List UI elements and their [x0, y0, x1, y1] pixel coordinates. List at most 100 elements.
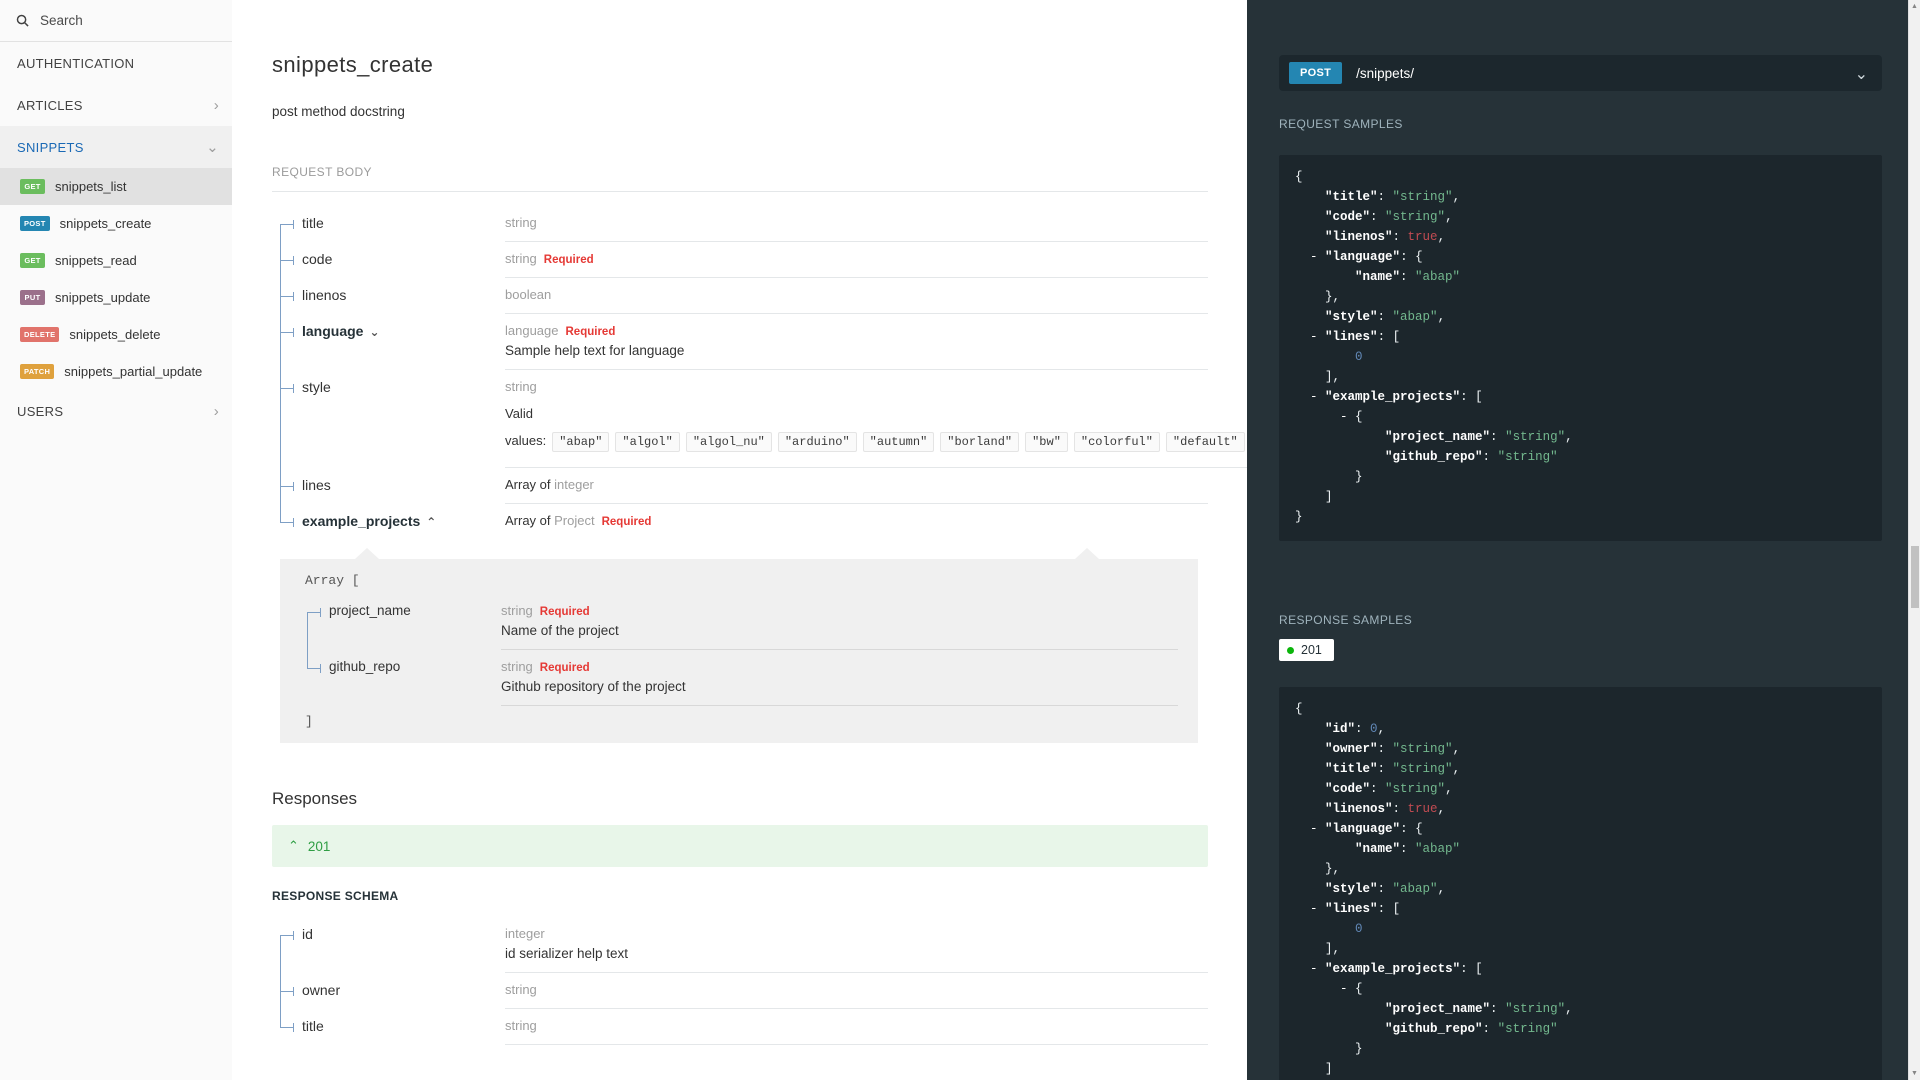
sidebar-item-snippets_partial_update[interactable]: PATCH snippets_partial_update — [0, 353, 232, 390]
code-line: "name": "abap" — [1355, 842, 1461, 856]
scroll-down-arrow-icon[interactable]: ▼ — [1909, 1070, 1920, 1077]
collapse-toggle[interactable]: - — [1310, 962, 1318, 976]
schema-field-linenos: linenos boolean — [280, 278, 1208, 314]
field-type: string Required — [505, 251, 594, 266]
chevron-down-icon: ⌄ — [206, 138, 219, 156]
code-line: "linenos": true, — [1325, 802, 1446, 816]
response-201-banner[interactable]: ⌃ 201 — [272, 825, 1208, 867]
field-name: title — [302, 1018, 324, 1034]
collapse-toggle[interactable]: - — [1310, 390, 1318, 404]
chevron-up-icon: ⌃ — [426, 515, 437, 529]
search-input[interactable] — [38, 12, 216, 29]
endpoint-selector[interactable]: POST /snippets/ ⌄ — [1279, 55, 1882, 91]
sidebar-item-snippets_delete[interactable]: DELETE snippets_delete — [0, 316, 232, 353]
response-code-tab[interactable]: 201 — [1279, 639, 1334, 661]
sidebar-item-snippets_create[interactable]: POST snippets_create — [0, 205, 232, 242]
code-line: ] — [1295, 1062, 1333, 1076]
operation-description: post method docstring — [272, 104, 405, 119]
sidebar-item-snippets_read[interactable]: GET snippets_read — [0, 242, 232, 279]
field-name: lines — [302, 477, 331, 493]
sidebar-item-label: AUTHENTICATION — [17, 55, 135, 71]
collapse-toggle[interactable]: - — [1310, 330, 1318, 344]
method-badge-get: GET — [20, 179, 45, 194]
valid-value-chip: "abap" — [552, 432, 610, 452]
code-line: "id": 0, — [1325, 722, 1386, 736]
code-line: "code": "string", — [1325, 782, 1453, 796]
collapse-toggle[interactable]: - — [1310, 250, 1318, 264]
code-line: "github_repo": "string" — [1385, 1022, 1558, 1036]
code-line: "project_name": "string", — [1385, 430, 1573, 444]
scroll-thumb[interactable] — [1911, 546, 1919, 608]
chevron-up-icon: ⌃ — [288, 838, 299, 854]
field-name[interactable]: language — [302, 323, 363, 339]
collapse-toggle[interactable]: - — [1310, 902, 1318, 916]
code-line: }, — [1295, 862, 1341, 876]
array-open-bracket: Array [ — [305, 573, 360, 588]
field-type: string — [505, 982, 537, 997]
schema-field-github_repo: github_repo string Required Github reposito… — [307, 650, 1178, 706]
operation-label: snippets_create — [59, 216, 152, 231]
sidebar: AUTHENTICATION ARTICLES › SNIPPETS ⌄ GET snipp… — [0, 0, 232, 1080]
code-line: - "language": { — [1310, 250, 1423, 264]
field-help: Github repository of the project — [501, 679, 686, 694]
schema-field-lines: lines Array of integer — [280, 468, 1208, 504]
chevron-down-icon: ⌄ — [1854, 63, 1868, 83]
code-line: - "lines": [ — [1310, 330, 1401, 344]
field-name: owner — [302, 982, 341, 998]
code-line: "style": "abap", — [1325, 310, 1446, 324]
responses-title: Responses — [272, 789, 358, 808]
field-name: id — [302, 926, 313, 942]
valid-value-chip: "arduino" — [777, 432, 857, 452]
sidebar-menu: AUTHENTICATION ARTICLES › SNIPPETS ⌄ GET snipp… — [0, 42, 232, 432]
redoc-app: AUTHENTICATION ARTICLES › SNIPPETS ⌄ GET snipp… — [0, 0, 1920, 1080]
sidebar-item-snippets_list[interactable]: GET snippets_list — [0, 168, 232, 205]
field-name: project_name — [329, 603, 411, 618]
field-name: title — [302, 215, 324, 231]
schema-field-language: language ⌄ language Required Sample help tex… — [280, 314, 1208, 370]
sidebar-item-snippets[interactable]: SNIPPETS ⌄ — [0, 126, 232, 168]
method-badge-delete: DELETE — [20, 327, 60, 342]
response-samples-label: RESPONSE SAMPLES — [1279, 613, 1413, 627]
response-code: 201 — [307, 838, 331, 854]
code-line: - { — [1340, 410, 1363, 424]
scrollbar[interactable]: ▲ ▼ — [1908, 0, 1920, 1080]
code-line: "project_name": "string", — [1385, 1002, 1573, 1016]
field-name: github_repo — [329, 659, 401, 674]
field-type: string — [505, 379, 537, 394]
valid-value-chip: "default" — [1165, 432, 1245, 452]
sidebar-item-users[interactable]: USERS › — [0, 390, 232, 432]
code-line: "github_repo": "string" — [1385, 450, 1558, 464]
code-line: 0 — [1355, 350, 1363, 364]
sidebar-item-label: SNIPPETS — [17, 139, 84, 155]
scroll-up-arrow-icon[interactable]: ▲ — [1909, 3, 1920, 10]
request-body-fields: title string code string Required linenos bool… — [280, 206, 1247, 539]
operations-list: GET snippets_list POST snippets_create GET sn… — [0, 168, 232, 390]
search-box[interactable] — [0, 0, 232, 42]
collapse-toggle[interactable]: - — [1340, 982, 1348, 996]
operation-label: snippets_read — [55, 253, 137, 268]
code-line: "title": "string", — [1325, 762, 1461, 776]
collapse-toggle[interactable]: - — [1310, 822, 1318, 836]
code-line: - { — [1340, 982, 1363, 996]
valid-value-chip: "bw" — [1025, 432, 1068, 452]
sidebar-item-authentication[interactable]: AUTHENTICATION — [0, 42, 232, 84]
code-line: "code": "string", — [1325, 210, 1453, 224]
code-line: } — [1295, 1042, 1363, 1056]
field-name[interactable]: example_projects — [302, 513, 420, 529]
operation-label: snippets_partial_update — [64, 364, 203, 379]
code-line: ] — [1295, 490, 1333, 504]
operation-label: snippets_list — [55, 179, 127, 194]
response-schema-label: RESPONSE SCHEMA — [272, 889, 399, 903]
tree-line — [280, 935, 281, 1027]
field-type: string Required — [501, 659, 590, 674]
sidebar-item-snippets_update[interactable]: PUT snippets_update — [0, 279, 232, 316]
collapse-toggle[interactable]: - — [1340, 410, 1348, 424]
samples-panel: POST /snippets/ ⌄ REQUEST SAMPLES { "tit… — [1247, 0, 1920, 1080]
code-line: - "example_projects": [ — [1310, 962, 1483, 976]
schema-field-code: code string Required — [280, 242, 1208, 278]
sidebar-item-articles[interactable]: ARTICLES › — [0, 84, 232, 126]
operation-label: snippets_update — [55, 290, 151, 305]
code-line: "linenos": true, — [1325, 230, 1446, 244]
method-badge-get: GET — [20, 253, 45, 268]
valid-value-chip: "algol_nu" — [685, 432, 772, 452]
